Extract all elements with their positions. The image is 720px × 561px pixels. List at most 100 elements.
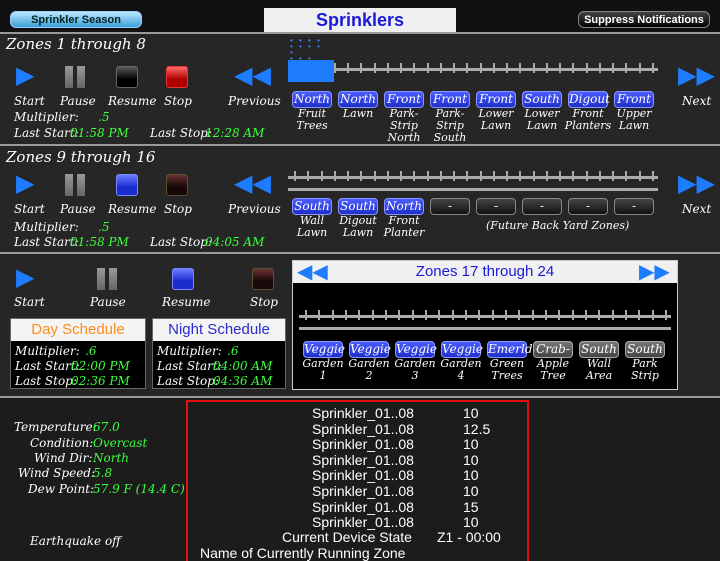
zone-button[interactable]: - [614,198,654,215]
start-label: Start [14,202,45,216]
play-icon[interactable]: ▶ [16,64,34,88]
fast-forward-icon[interactable]: ▶▶ [639,261,670,283]
zone-caption: Garden 2 [348,357,390,382]
device-name: Sprinkler_01..08 [312,405,414,421]
dew-point-value: 57.9 F (14.4 C) [93,482,185,496]
fast-forward-icon[interactable]: ▶▶ [678,172,715,196]
zone-button[interactable]: Veggie [441,341,483,358]
pause-icon[interactable] [64,174,86,196]
pipe-tick [612,63,614,73]
pause-label: Pause [60,94,96,108]
resume-label: Resume [108,94,157,108]
pipe-tick [598,310,600,320]
pipe-tick [652,63,654,73]
pipe-tick [413,171,415,181]
zone-button[interactable]: South [579,341,619,358]
wind-dir-label: Wind Dir: [34,451,93,465]
zone-button[interactable]: South [338,198,378,215]
play-icon[interactable]: ▶ [16,266,34,290]
pipe-tick [360,171,362,181]
wind-speed-label: Wind Speed: [18,466,96,480]
stop-label: Stop [250,295,278,309]
pipe-tick [558,310,560,320]
device-value: 10 [463,467,479,484]
resume-button[interactable] [116,66,138,88]
wind-speed-value: 5.8 [93,466,113,480]
zone-button[interactable]: South [522,91,562,108]
zone-caption: Wall Area [585,357,613,382]
previous-label: Previous [228,94,281,108]
sprinkler-season-button[interactable]: Sprinkler Season [10,11,142,28]
future-zones-note: (Future Back Yard Zones) [486,219,630,232]
multiplier-label: Multiplier: [14,220,79,234]
pipe-tick [385,310,387,320]
zone-button[interactable]: Veggie [349,341,391,358]
zone-button[interactable]: - [568,198,608,215]
multiplier-label: Multiplier: [14,110,79,124]
zone-button[interactable]: North [292,91,332,108]
zone-button[interactable]: Crab- [533,341,573,358]
last-stop-value: 12:28 AM [205,126,265,140]
pipe-tick [453,171,455,181]
pipe-tick [400,63,402,73]
page-title: Sprinklers [264,8,456,32]
stop-button[interactable] [166,66,188,88]
pipe-line [288,176,658,179]
last-start-label: Last Start: [14,235,79,249]
day-schedule-title[interactable]: Day Schedule [11,319,145,341]
pause-icon[interactable] [96,268,118,290]
fast-forward-icon[interactable]: ▶▶ [678,64,715,88]
zone-button[interactable]: Veggie [303,341,345,358]
pipe-tick [625,171,627,181]
pipe-tick [347,63,349,73]
resume-button[interactable] [116,174,138,196]
pipe-tick [438,310,440,320]
zone-caption: Lower Lawn [478,107,514,132]
zone-button[interactable]: Veggie [395,341,437,358]
stop-button[interactable] [252,268,274,290]
zone-button[interactable]: North [384,198,424,215]
pipe-tick [345,310,347,320]
zone-button[interactable]: South [292,198,332,215]
rewind-icon[interactable]: ◀◀ [234,172,271,196]
suppress-notifications-button[interactable]: Suppress Notifications [578,11,710,28]
multiplier-label: Multiplier: [157,344,222,358]
zone-button[interactable]: Emerld [487,341,533,358]
pause-icon[interactable] [64,66,86,88]
pipe-tick [492,310,494,320]
resume-button[interactable] [172,268,194,290]
stop-button[interactable] [166,174,188,196]
zone-caption: Garden 3 [394,357,436,382]
pipe-tick [493,63,495,73]
night-schedule-title[interactable]: Night Schedule [153,319,285,341]
pipe-tick [519,63,521,73]
pipe-tick [466,63,468,73]
zone-button[interactable]: - [476,198,516,215]
device-name: Sprinkler_01..08 [312,467,414,484]
pipe-tick [374,171,376,181]
play-icon[interactable]: ▶ [16,172,34,196]
zone-button[interactable]: Digout [568,91,610,108]
zone-button[interactable]: Front [614,91,654,108]
stop-label: Stop [164,94,192,108]
zone-button[interactable]: Front [476,91,516,108]
multiplier-label: Multiplier: [15,344,80,358]
last-stop-value: 04:36 AM [213,374,273,388]
pipe-tick [372,310,374,320]
zone-caption: Garden 4 [440,357,482,382]
pipe-tick [506,171,508,181]
zone-button[interactable]: South [625,341,665,358]
pipe-graphic [299,307,671,321]
night-schedule-panel: Night Schedule Multiplier: .6 Last Start… [152,318,286,389]
zone-button[interactable]: Front [384,91,424,108]
rewind-icon[interactable]: ◀◀ [234,64,271,88]
zone-caption: Park-Strip South [433,107,467,144]
zone-button[interactable]: - [430,198,470,215]
pipe-tick [480,171,482,181]
pipe-tick [358,310,360,320]
zone-button[interactable]: - [522,198,562,215]
zone-button[interactable]: Front [430,91,470,108]
zone-button[interactable]: North [338,91,378,108]
pause-label: Pause [60,202,96,216]
pipe-tick [398,310,400,320]
